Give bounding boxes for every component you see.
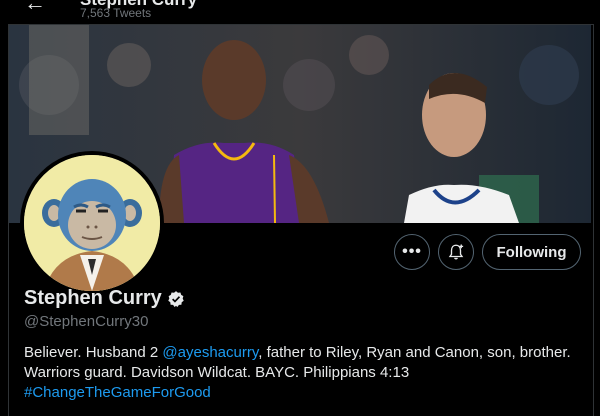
following-button[interactable]: Following bbox=[482, 234, 581, 270]
bell-plus-icon bbox=[448, 244, 464, 260]
notifications-button[interactable] bbox=[438, 234, 474, 270]
top-bar: ← Stephen Curry 7,563 Tweets bbox=[0, 0, 600, 26]
profile-handle: @StephenCurry30 bbox=[24, 313, 149, 330]
bio-hashtag-link[interactable]: #ChangeTheGameForGood bbox=[24, 384, 211, 401]
bio-mention-link[interactable]: @ayeshacurry bbox=[162, 344, 258, 361]
back-arrow-icon[interactable]: ← bbox=[24, 0, 46, 14]
tweet-count: 7,563 Tweets bbox=[80, 6, 152, 20]
profile-name: Stephen Curry bbox=[24, 287, 162, 309]
profile-bio: Believer. Husband 2 @ayeshacurry, father… bbox=[24, 343, 584, 403]
more-options-button[interactable]: ••• bbox=[394, 234, 430, 270]
more-dots-icon: ••• bbox=[402, 243, 422, 260]
verified-badge-icon[interactable] bbox=[167, 290, 185, 308]
profile-name-row: Stephen Curry bbox=[24, 287, 185, 310]
bio-text-1: Believer. Husband 2 bbox=[24, 344, 163, 361]
ape-avatar-icon bbox=[24, 155, 160, 291]
profile-avatar[interactable] bbox=[20, 151, 164, 295]
